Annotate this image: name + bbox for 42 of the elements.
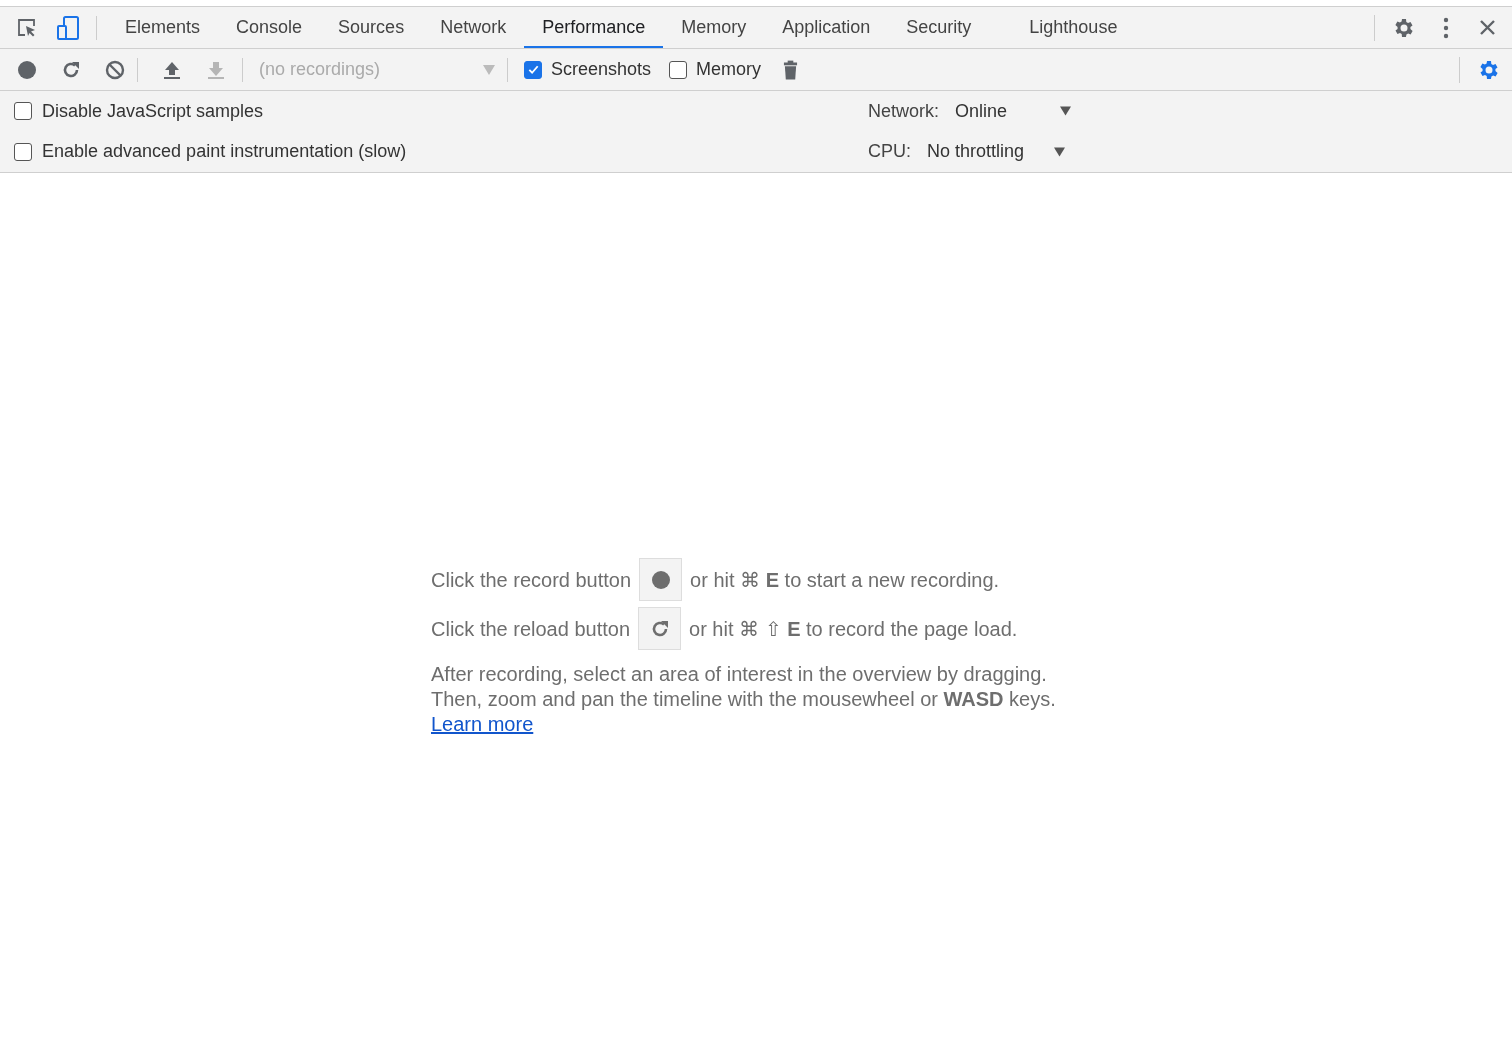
close-icon[interactable] [1479, 19, 1496, 36]
checkbox[interactable] [14, 102, 32, 121]
tab[interactable]: Performance [524, 7, 664, 48]
checkbox-label: Disable JavaScript samples [42, 99, 264, 123]
checkmark-icon [526, 63, 540, 76]
record-button[interactable] [639, 558, 683, 601]
instruction-text: Click the record button [431, 567, 632, 593]
checkbox-label: Enable advanced paint instrumentation (slow) [42, 140, 407, 164]
reload-button[interactable] [638, 607, 681, 650]
throttling-dropdown[interactable]: Online [955, 97, 1071, 125]
device-toolbar-icon[interactable] [56, 14, 80, 41]
learn-more-link[interactable]: Learn more [431, 712, 534, 737]
tab[interactable]: Elements [107, 7, 219, 48]
inspect-element-icon[interactable] [16, 16, 38, 39]
dropdown-arrow-icon [1054, 146, 1065, 157]
tab[interactable]: Network [422, 7, 525, 48]
throttling-dropdown[interactable]: No throttling [927, 138, 1065, 166]
tab[interactable]: Lighthouse [1011, 7, 1136, 48]
clear-icon[interactable] [105, 59, 125, 80]
instruction-text: or hit ⌘ ⇧ E to record the page load. [689, 616, 1018, 642]
checkbox[interactable] [14, 142, 32, 161]
instruction-text: or hit ⌘ E to start a new recording. [690, 567, 1000, 593]
record-icon[interactable] [17, 59, 37, 80]
checkbox[interactable] [524, 60, 542, 79]
checkbox[interactable] [669, 60, 688, 79]
tab[interactable]: Console [218, 7, 321, 48]
instruction-text: Click the reload button [431, 616, 630, 642]
instruction-text: After recording, select an area of interest in the overview by dragging. Then, zoom and pan the timeline with the mousewheel or WASD keys. [431, 662, 1057, 712]
tab[interactable]: Memory [663, 7, 765, 48]
trash-icon[interactable] [783, 59, 799, 80]
more-options-icon[interactable] [1443, 16, 1449, 39]
select-label: CPU: [868, 140, 911, 164]
dropdown-arrow-icon [483, 64, 495, 75]
tab[interactable]: Security [888, 7, 990, 48]
checkbox-label: Screenshots [551, 58, 652, 81]
record-icon [650, 569, 671, 590]
select-label: Network: [868, 99, 939, 123]
reload-icon[interactable] [61, 59, 81, 80]
tab[interactable]: Sources [320, 7, 423, 48]
tab[interactable]: Application [764, 7, 889, 48]
dropdown-arrow-icon [1060, 106, 1071, 117]
checkbox-label: Memory [696, 58, 762, 81]
